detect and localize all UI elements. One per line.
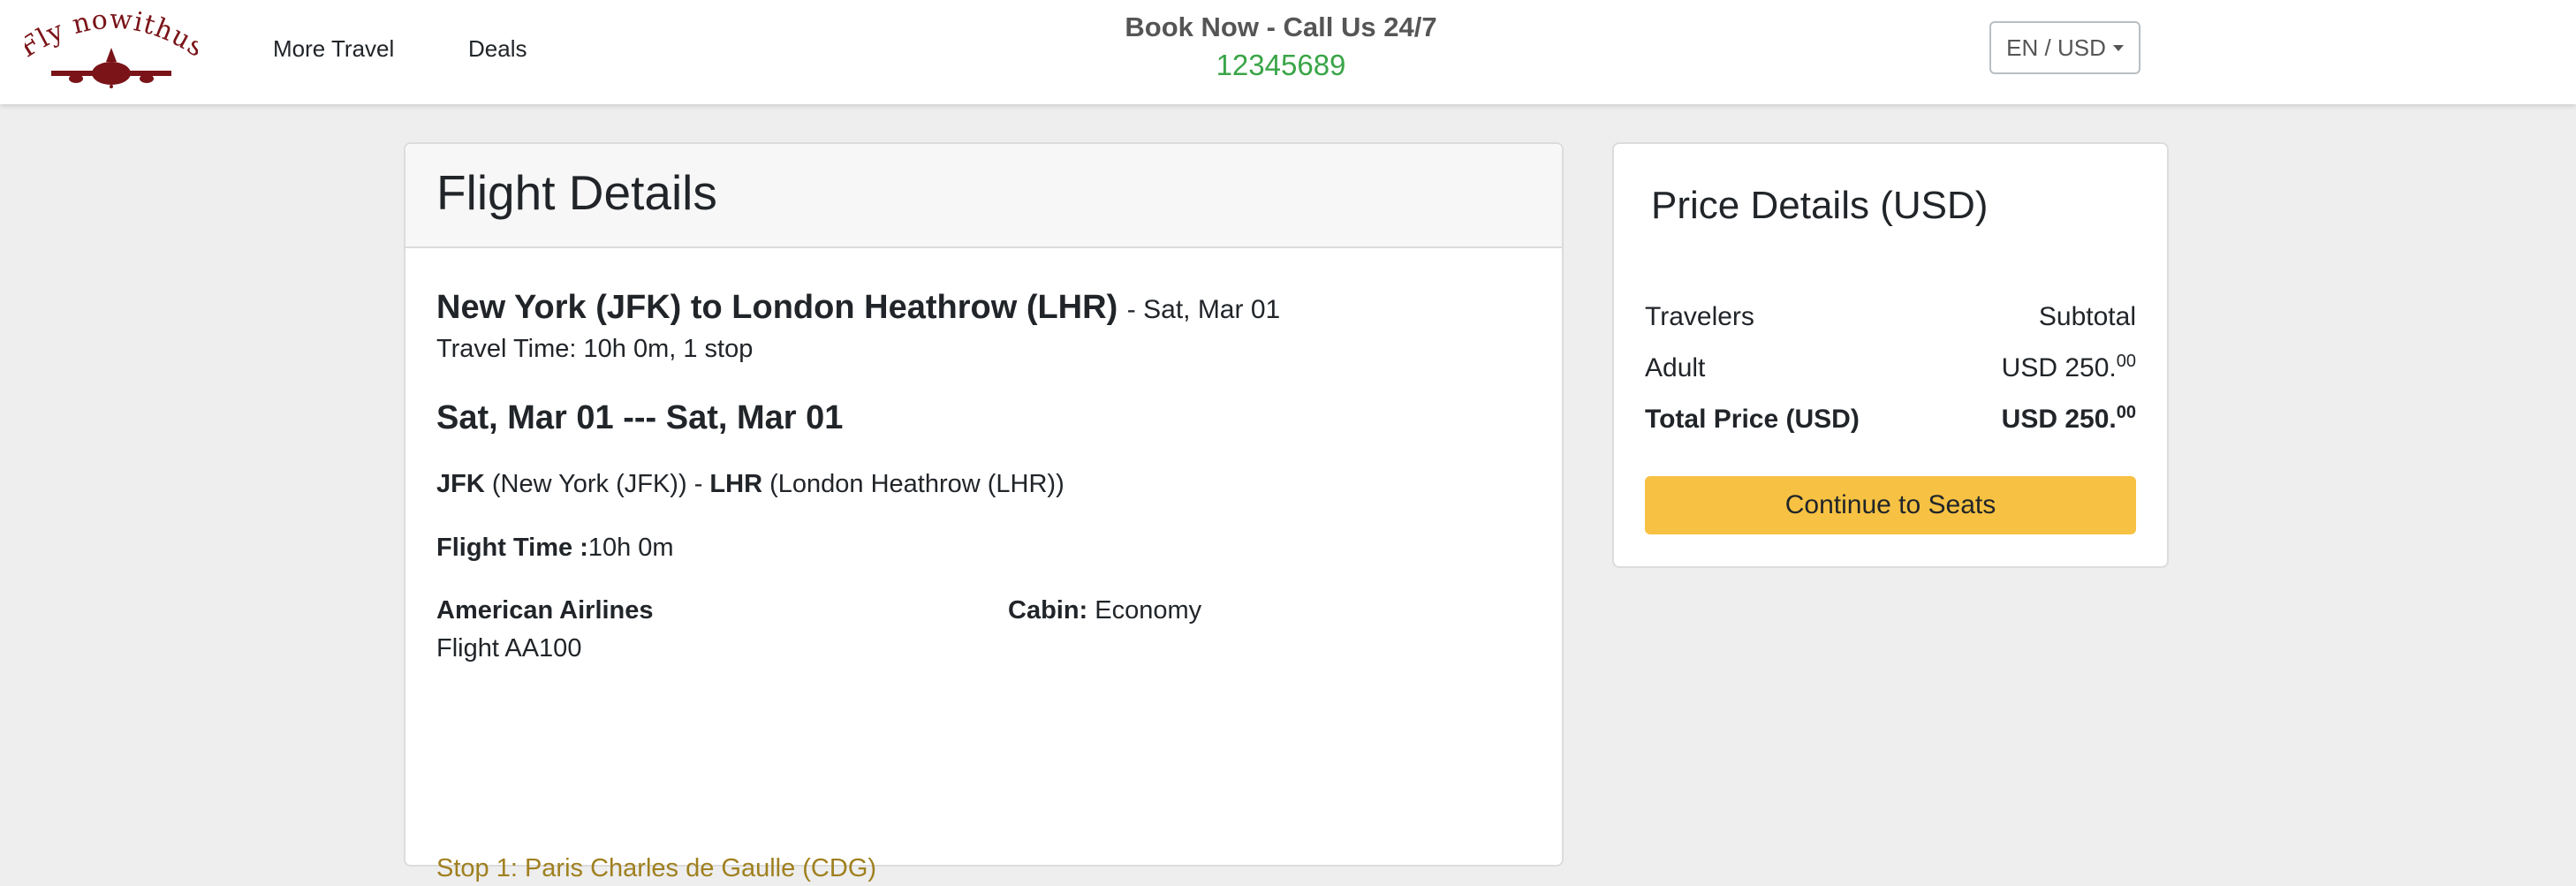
locale-label: EN / USD — [2006, 34, 2106, 61]
card-title: Flight Details — [436, 165, 717, 220]
top-navbar: Fly nowithus More Travel Deals Book Now … — [0, 0, 2576, 104]
subtotal-header: Subtotal — [2038, 302, 2136, 331]
airport-separator: - — [693, 470, 703, 498]
price-title: Price Details (USD) — [1651, 184, 1989, 227]
flight-time: Flight Time :10h 0m — [436, 530, 674, 565]
nav-more-travel[interactable]: More Travel — [273, 34, 394, 64]
continue-to-seats-button[interactable]: Continue to Seats — [1645, 476, 2136, 534]
travelers-header: Travelers — [1645, 302, 1754, 331]
flight-card-header: Flight Details — [405, 144, 1562, 248]
cabin-value: Economy — [1095, 596, 1202, 625]
locale-dropdown[interactable]: EN / USD — [1989, 21, 2140, 74]
airport-pair: JFK (New York (JFK)) - LHR (London Heath… — [436, 466, 1064, 502]
total-amount-main: USD 250. — [2001, 405, 2117, 434]
date-range: Sat, Mar 01 --- Sat, Mar 01 — [436, 399, 844, 436]
route-summary: New York (JFK) to London Heathrow (LHR) … — [436, 285, 1280, 332]
flight-details-card: Flight Details New York (JFK) to London … — [404, 142, 1564, 882]
callout-title: Book Now - Call Us 24/7 — [1125, 11, 1437, 42]
cabin-label: Cabin: — [1008, 596, 1088, 625]
adult-amount: USD 250.00 — [2002, 351, 2136, 386]
origin-code: JFK — [436, 470, 485, 498]
brand-logo[interactable]: Fly nowithus — [14, 4, 209, 88]
caret-down-icon — [2112, 44, 2124, 51]
travel-time: Travel Time: 10h 0m, 1 stop — [436, 335, 754, 363]
adult-price-row: Adult USD 250.00 — [1645, 351, 2136, 386]
flight-number: Flight AA100 — [436, 634, 582, 663]
total-price-row: Total Price (USD) USD 250.00 — [1645, 402, 2136, 437]
airplane-icon: Fly nowithus — [14, 4, 209, 88]
total-label: Total Price (USD) — [1645, 405, 1860, 434]
adult-label: Adult — [1645, 353, 1706, 382]
flight-time-value: 10h 0m — [587, 534, 674, 562]
route-label: New York (JFK) to London Heathrow (LHR) — [436, 289, 1118, 326]
cabin-class: Cabin: Economy — [1008, 593, 1201, 628]
booking-callout: Book Now - Call Us 24/7 12345689 — [1042, 9, 1519, 85]
price-header-row: Travelers Subtotal — [1645, 299, 2136, 335]
total-amount: USD 250.00 — [2002, 402, 2136, 437]
flight-time-label: Flight Time : — [436, 534, 588, 562]
adult-amount-main: USD 250. — [2001, 353, 2117, 382]
stop-info: Stop 1: Paris Charles de Gaulle (CDG) — [436, 854, 877, 882]
origin-name: (New York (JFK)) — [491, 470, 687, 498]
phone-number[interactable]: 12345689 — [1042, 46, 1519, 85]
airline-name: American Airlines — [436, 596, 654, 625]
total-amount-cents: 00 — [2116, 403, 2136, 422]
adult-amount-cents: 00 — [2116, 352, 2136, 371]
route-date: - Sat, Mar 01 — [1126, 295, 1281, 324]
dest-code: LHR — [709, 470, 763, 498]
price-details-card: Price Details (USD) Travelers Subtotal A… — [1612, 142, 2169, 568]
dest-name: (London Heathrow (LHR)) — [769, 470, 1064, 498]
nav-deals[interactable]: Deals — [468, 34, 527, 64]
